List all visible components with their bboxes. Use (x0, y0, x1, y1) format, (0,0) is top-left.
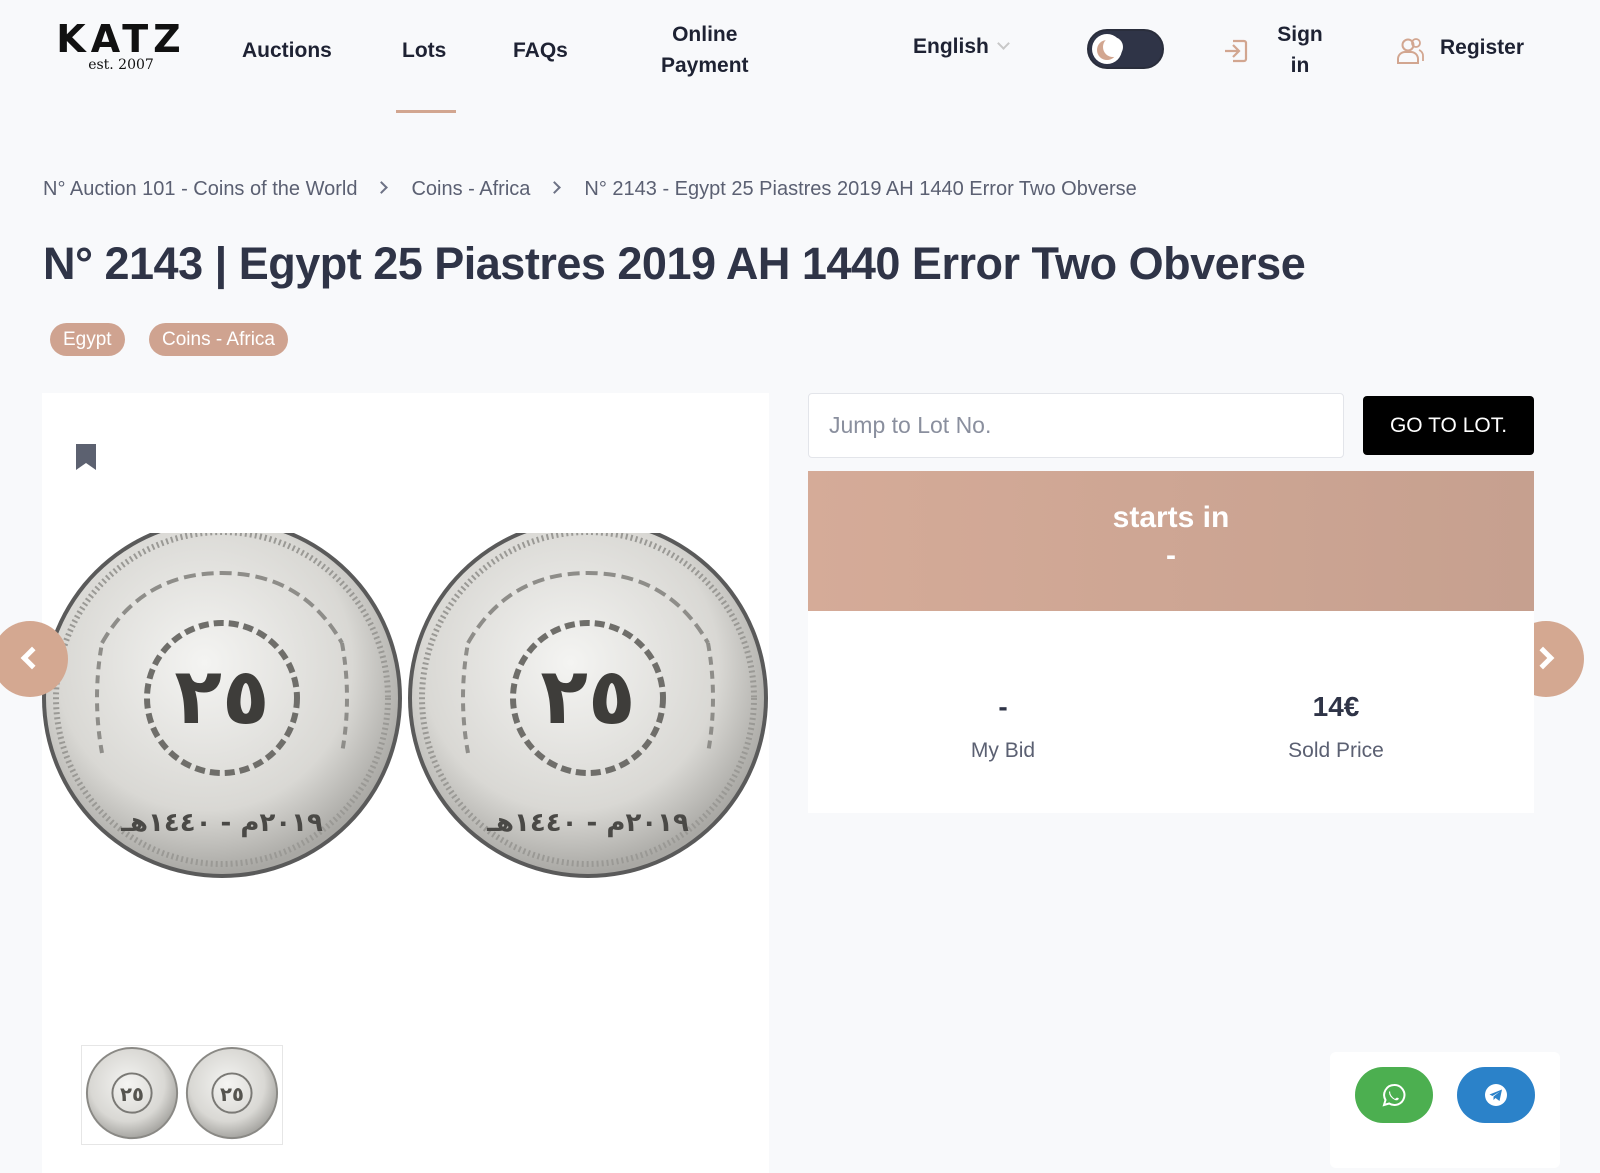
coin-left-numeral: ٢٥ (174, 652, 269, 742)
language-label: English (913, 35, 989, 58)
lot-main-image[interactable]: ٢٥ ٢٥ ٢٠١٩م - ١٤٤٠هـ ٢٠١٩م - ١٤٤٠هـ (42, 533, 769, 893)
auction-timer: starts in - (808, 471, 1534, 611)
nav-online-payment[interactable]: Online Payment (661, 19, 749, 81)
logo-text: KATZ (56, 17, 186, 61)
my-bid-value: - (998, 691, 1008, 722)
chevron-right-icon (1531, 646, 1555, 670)
breadcrumb: N° Auction 101 - Coins of the World Coins… (43, 178, 1137, 201)
sign-in-line1: Sign (1277, 23, 1323, 46)
tag-country[interactable]: Egypt (50, 323, 125, 356)
language-selector[interactable]: English (913, 35, 1010, 59)
timer-label: starts in (1112, 501, 1230, 534)
site-header: KATZ est. 2007 Auctions Lots FAQs Online… (0, 0, 1600, 120)
nav-faqs[interactable]: FAQs (513, 35, 568, 66)
coin-right-numeral: ٢٥ (540, 652, 635, 742)
dark-mode-toggle[interactable] (1087, 29, 1164, 69)
nav-online-payment-line1: Online (672, 23, 738, 46)
moon-icon-cutout (1103, 37, 1123, 57)
coin-right-date: ٢٠١٩م - ١٤٤٠هـ (486, 808, 689, 838)
telegram-share-button[interactable] (1457, 1067, 1535, 1123)
chevron-left-icon (20, 646, 44, 670)
register-link[interactable]: Register (1440, 36, 1524, 60)
chevron-right-icon (548, 181, 562, 195)
sold-price-label: Sold Price (1288, 739, 1384, 762)
bookmark-icon[interactable] (75, 443, 97, 471)
nav-online-payment-line2: Payment (661, 54, 749, 77)
sign-in-icon[interactable] (1222, 37, 1250, 65)
page-title: N° 2143 | Egypt 25 Piastres 2019 AH 1440… (43, 238, 1306, 289)
bid-info-panel: - My Bid 14€ Sold Price (808, 611, 1534, 813)
breadcrumb-category[interactable]: Coins - Africa (411, 178, 530, 200)
chevron-right-icon (375, 181, 389, 195)
sign-in-link[interactable]: Sign in (1270, 19, 1330, 81)
my-bid-stat: - My Bid (903, 691, 1103, 763)
sold-price-value: 14€ (1312, 691, 1360, 722)
nav-auctions[interactable]: Auctions (242, 35, 332, 66)
toggle-knob (1092, 34, 1123, 64)
breadcrumb-auction[interactable]: N° Auction 101 - Coins of the World (43, 178, 357, 200)
tag-category[interactable]: Coins - Africa (149, 323, 288, 356)
lot-thumbnail[interactable]: ٢٥ ٢٥ (81, 1045, 283, 1145)
sold-price-stat: 14€ Sold Price (1236, 691, 1436, 763)
whatsapp-share-button[interactable] (1355, 1067, 1433, 1123)
thumb-left-numeral: ٢٥ (120, 1083, 144, 1106)
timer-value: - (1166, 539, 1176, 572)
whatsapp-icon (1382, 1083, 1406, 1107)
site-logo[interactable]: KATZ est. 2007 (41, 17, 201, 73)
active-nav-indicator (396, 110, 456, 113)
lot-image-panel: ٢٥ ٢٥ ٢٠١٩م - ١٤٤٠هـ ٢٠١٩م - ١٤٤٠هـ ٢٥ ٢… (42, 393, 769, 1173)
telegram-icon (1485, 1084, 1507, 1106)
sign-in-line2: in (1290, 54, 1310, 77)
my-bid-label: My Bid (970, 739, 1036, 762)
breadcrumb-lot: N° 2143 - Egypt 25 Piastres 2019 AH 1440… (584, 178, 1137, 201)
nav-lots[interactable]: Lots (402, 35, 446, 66)
go-to-lot-button[interactable]: GO TO LOT. (1363, 396, 1534, 455)
register-icon[interactable] (1395, 36, 1425, 66)
thumb-right-numeral: ٢٥ (220, 1083, 244, 1106)
jump-to-lot-input[interactable] (808, 393, 1344, 458)
coin-left-date: ٢٠١٩م - ١٤٤٠هـ (120, 808, 323, 838)
chevron-down-icon (996, 37, 1010, 50)
share-buttons (1330, 1052, 1560, 1168)
